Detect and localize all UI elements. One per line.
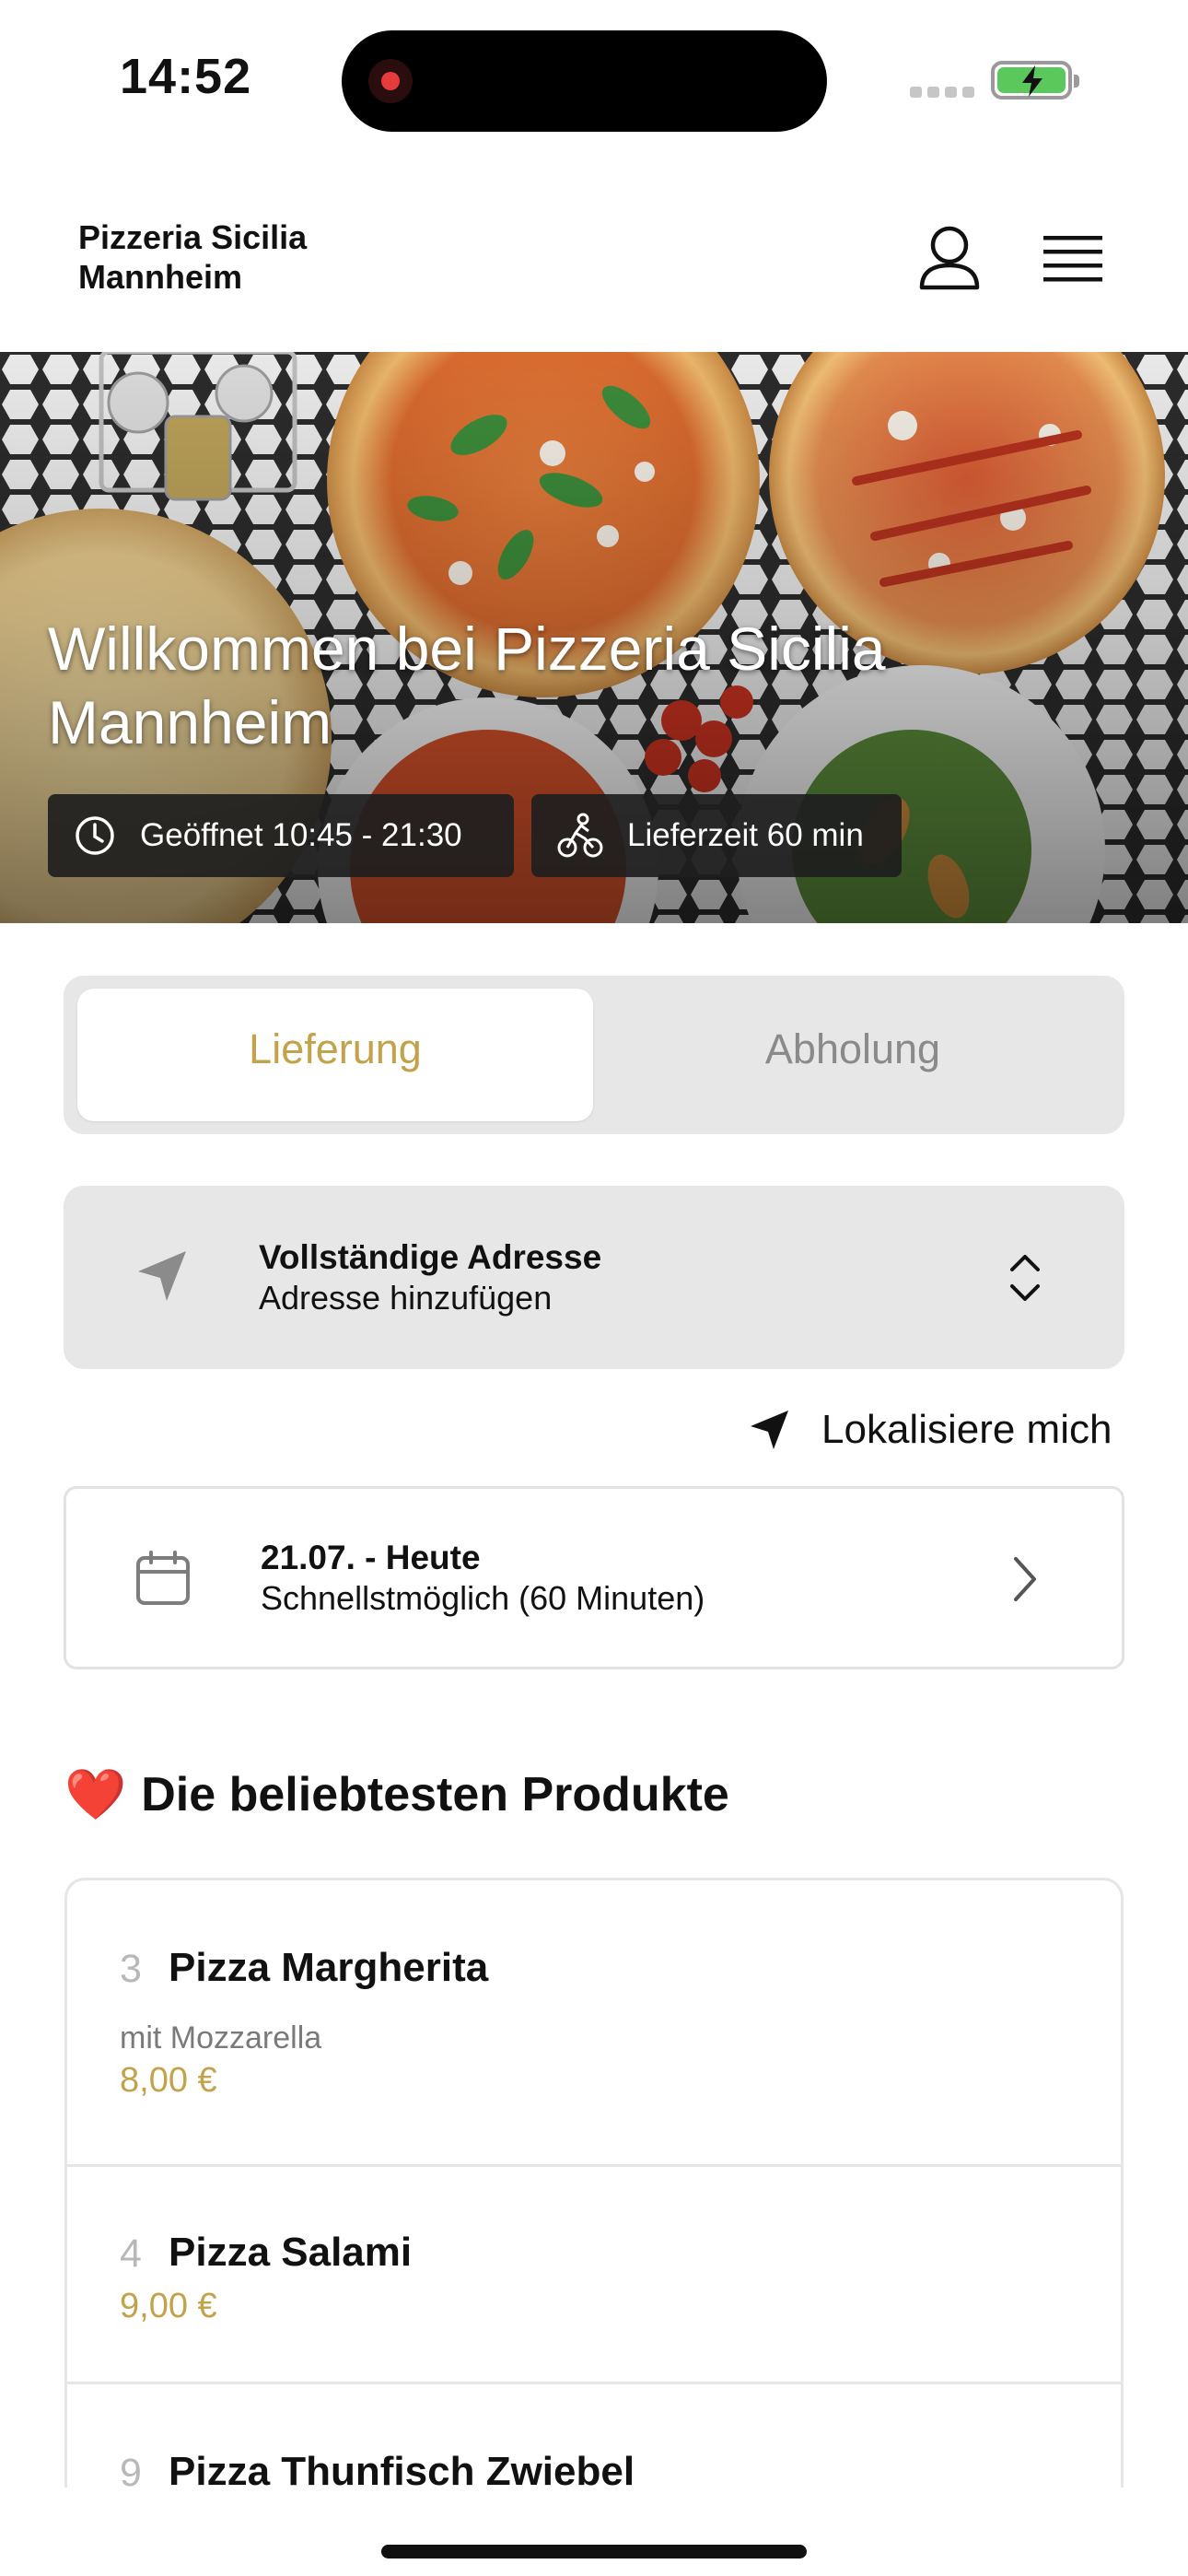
status-time: 14:52 xyxy=(120,49,252,104)
delivery-time-chip: Lieferzeit 60 min xyxy=(531,794,902,877)
locate-me-label: Lokalisiere mich xyxy=(821,1407,1112,1452)
chevron-right-icon xyxy=(1014,1557,1036,1601)
clock-icon xyxy=(76,816,114,855)
product-price: 9,00 € xyxy=(120,2287,217,2325)
locate-me-button[interactable]: Lokalisiere mich xyxy=(748,1402,1112,1458)
delivery-date: 21.07. - Heute xyxy=(261,1539,481,1576)
product-card[interactable]: 3 Pizza Margherita mit Mozzarella 8,00 € xyxy=(67,1880,1121,2167)
bottom-safe-area xyxy=(0,2488,1188,2576)
product-description: mit Mozzarella xyxy=(120,2020,322,2055)
hero-welcome-title: Willkommen bei Pizzeria Sicilia Mannheim xyxy=(48,615,886,756)
battery-charging-icon xyxy=(991,61,1079,100)
product-number: 4 xyxy=(120,2231,142,2276)
delivery-time-selector[interactable] xyxy=(64,1486,1124,1669)
hamburger-menu-icon[interactable] xyxy=(1043,234,1102,284)
home-indicator[interactable] xyxy=(381,2545,807,2558)
tab-delivery-label[interactable]: Lieferung xyxy=(77,1025,593,1073)
restaurant-name-line1: Pizzeria Sicilia xyxy=(78,218,308,256)
address-placeholder: Adresse hinzufügen xyxy=(259,1279,553,1317)
screen-recording-icon xyxy=(368,59,413,103)
delivery-time-text: Lieferzeit 60 min xyxy=(627,817,864,853)
product-price: 8,00 € xyxy=(120,2061,217,2100)
delivery-time-option: Schnellstmöglich (60 Minuten) xyxy=(261,1579,705,1617)
calendar-icon xyxy=(136,1551,190,1605)
address-title: Vollständige Adresse xyxy=(259,1238,602,1276)
popular-products-title: Die beliebtesten Produkte xyxy=(141,1768,729,1821)
product-name: Pizza Salami xyxy=(169,2230,413,2275)
opening-hours-chip: Geöffnet 10:45 - 21:30 xyxy=(48,794,514,877)
bicycle-courier-icon xyxy=(557,813,603,858)
popular-products-heading: ❤️ Die beliebtesten Produkte xyxy=(64,1765,729,1824)
opening-hours-text: Geöffnet 10:45 - 21:30 xyxy=(140,817,462,853)
chevron-up-down-icon xyxy=(1010,1255,1040,1301)
popular-products-list: 3 Pizza Margherita mit Mozzarella 8,00 €… xyxy=(64,1878,1124,2559)
dynamic-island xyxy=(342,30,827,132)
product-number: 3 xyxy=(120,1947,142,1991)
navigation-arrow-icon xyxy=(751,1411,788,1449)
tab-pickup[interactable]: Abholung xyxy=(595,1025,1111,1073)
restaurant-name[interactable]: Pizzeria Sicilia Mannheim xyxy=(78,217,307,297)
user-account-icon[interactable] xyxy=(917,225,982,293)
location-arrow-icon xyxy=(138,1251,186,1301)
heart-icon: ❤️ xyxy=(64,1765,127,1823)
product-card[interactable]: 4 Pizza Salami 9,00 € xyxy=(67,2167,1121,2384)
product-name: Pizza Margherita xyxy=(169,1945,489,1990)
restaurant-name-line2: Mannheim xyxy=(78,258,243,296)
address-selector[interactable] xyxy=(64,1186,1124,1369)
cellular-signal-icon xyxy=(910,87,974,98)
